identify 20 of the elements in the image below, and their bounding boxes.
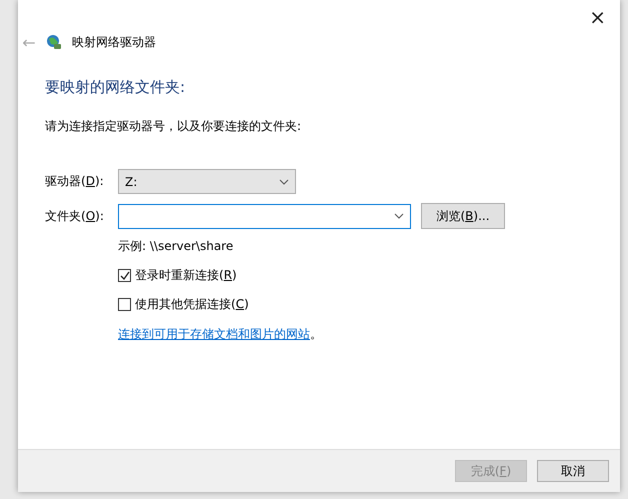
drive-label: 驱动器(D): <box>45 173 105 190</box>
folder-label: 文件夹(O): <box>45 208 105 224</box>
checkbox-label: 使用其他凭据连接(C) <box>135 296 249 313</box>
link-sentence: 连接到可用于存储文档和图片的网站。 <box>118 326 323 343</box>
chevron-down-icon <box>279 178 289 184</box>
website-link[interactable]: 连接到可用于存储文档和图片的网站 <box>118 327 310 341</box>
network-globe-icon <box>46 34 62 50</box>
instruction-text: 请为连接指定驱动器号，以及你要连接的文件夹: <box>45 118 302 135</box>
heading: 要映射的网络文件夹: <box>45 78 186 97</box>
folder-combobox[interactable] <box>118 204 411 228</box>
cancel-button[interactable]: 取消 <box>537 460 609 482</box>
chevron-down-icon <box>394 213 404 219</box>
checkbox-label: 登录时重新连接(R) <box>135 267 237 284</box>
example-text: 示例: \\server\share <box>118 238 234 255</box>
checkbox[interactable] <box>118 298 131 311</box>
close-button[interactable]: × <box>585 6 610 28</box>
window-title: 映射网络驱动器 <box>72 34 156 50</box>
browse-button[interactable]: 浏览(B)... <box>421 203 505 229</box>
drive-dropdown[interactable]: Z: <box>118 169 296 194</box>
checkbox[interactable] <box>118 269 131 282</box>
